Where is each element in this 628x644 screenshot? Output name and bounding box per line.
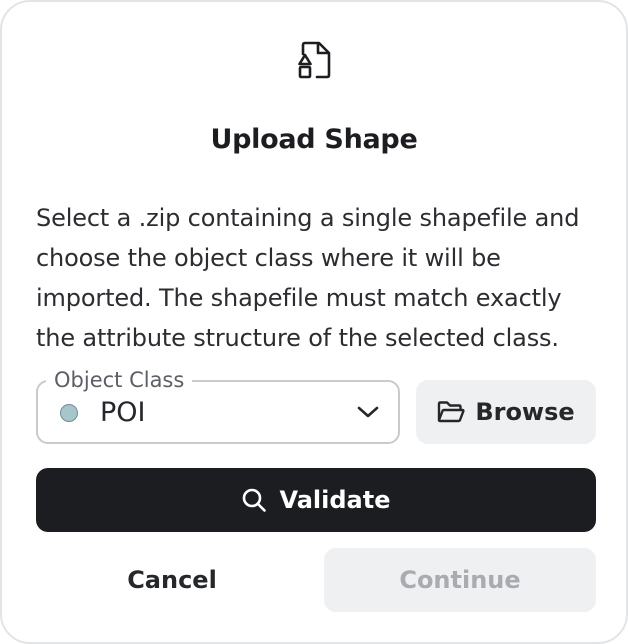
validate-button[interactable]: Validate (36, 468, 596, 532)
cancel-button[interactable]: Cancel (36, 548, 308, 612)
browse-button[interactable]: Browse (416, 380, 596, 444)
upload-shape-dialog: Upload Shape Select a .zip containing a … (0, 0, 628, 644)
continue-button[interactable]: Continue (324, 548, 596, 612)
cancel-label: Cancel (127, 566, 217, 594)
dialog-title: Upload Shape (210, 124, 418, 155)
browse-label: Browse (475, 398, 575, 426)
chevron-down-icon[interactable] (356, 404, 380, 420)
folder-open-icon (438, 401, 465, 423)
object-class-value: POI (100, 397, 146, 428)
file-shapes-icon (298, 41, 331, 79)
class-color-dot (60, 404, 78, 422)
object-class-select[interactable]: Object Class POI (36, 366, 400, 444)
validate-label: Validate (279, 486, 391, 514)
continue-label: Continue (399, 566, 521, 594)
dialog-description: Select a .zip containing a single shapef… (36, 204, 580, 352)
object-class-label: Object Class (46, 366, 193, 394)
search-icon (243, 488, 267, 512)
